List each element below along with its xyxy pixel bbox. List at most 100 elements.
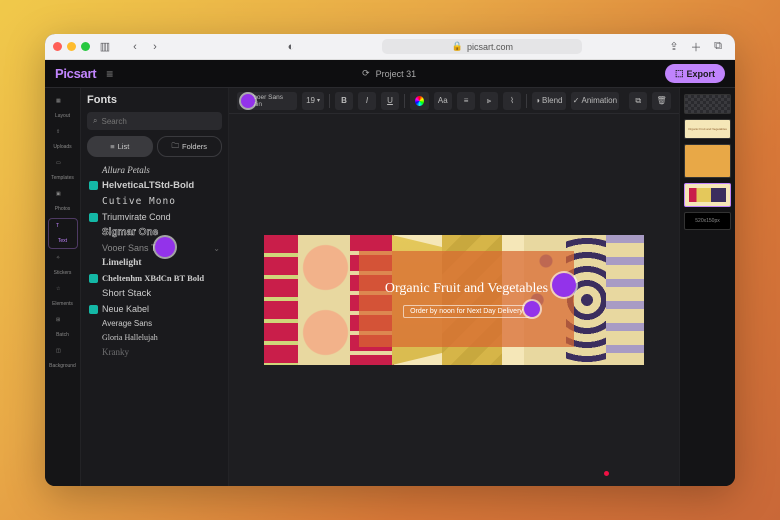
- rail-batch[interactable]: ⊞Batch: [48, 313, 78, 342]
- nav-back-icon[interactable]: ‹: [126, 39, 144, 55]
- fruit-strip: [298, 235, 353, 365]
- app-window: ▥ ‹ › ◐ 🔒 picsart.com ⇪ ＋ ⧉ Picsart ≡ ⟳ …: [45, 34, 735, 486]
- rail-text[interactable]: TText: [48, 218, 78, 249]
- new-tab-icon[interactable]: ＋: [687, 39, 705, 55]
- font-row[interactable]: Sigmar One: [87, 225, 222, 240]
- font-row[interactable]: Cheltenhm XBdCn BT Bold: [87, 271, 222, 285]
- shield-icon[interactable]: ◐: [282, 39, 300, 55]
- traffic-lights: [53, 42, 90, 51]
- font-size-input[interactable]: 19▾: [302, 92, 324, 110]
- layer-thumb[interactable]: [684, 94, 731, 114]
- font-row[interactable]: Triumvirate Cond: [87, 210, 222, 224]
- tabs-icon[interactable]: ⧉: [709, 39, 727, 55]
- url-bar[interactable]: 🔒 picsart.com: [306, 39, 659, 54]
- font-name-label: HelveticaLTStd-Bold: [102, 180, 194, 191]
- font-row[interactable]: Allura Petals: [87, 163, 222, 177]
- rail-layout[interactable]: ▦Layout: [48, 94, 78, 123]
- chevron-down-icon: ⌄: [213, 244, 220, 253]
- upload-icon: ⇧: [56, 129, 69, 142]
- blend-icon: ◑: [535, 96, 540, 105]
- animation-button[interactable]: ✓Animation: [571, 92, 620, 110]
- canvas-size-thumb[interactable]: 520x150px: [684, 212, 731, 230]
- export-icon: ⬚: [675, 68, 684, 79]
- font-name-label: Limelight: [102, 258, 142, 268]
- subline-text[interactable]: Order by noon for Next Day Delivery: [403, 305, 530, 318]
- font-name-label: Cheltenhm XBdCn BT Bold: [102, 273, 204, 283]
- font-name-label: Gloria Hallelujah: [102, 333, 158, 342]
- rail-elements[interactable]: ☆Elements: [48, 282, 78, 311]
- tab-list[interactable]: ≡List: [87, 136, 153, 157]
- layer-thumb-selected[interactable]: [684, 183, 731, 207]
- font-row[interactable]: Neue Kabel: [87, 302, 222, 316]
- font-row[interactable]: Kranky: [87, 345, 222, 359]
- font-name-label: Sigmar One: [102, 227, 158, 238]
- font-row[interactable]: Average Sans: [87, 317, 222, 330]
- stickers-icon: ✧: [56, 255, 69, 268]
- canvas-viewport[interactable]: Organic Fruit and Vegetables Order by no…: [229, 114, 679, 486]
- font-name-label: Triumvirate Cond: [102, 212, 171, 222]
- export-button[interactable]: ⬚ Export: [665, 64, 725, 83]
- project-title[interactable]: Project 31: [376, 69, 417, 79]
- nav-forward-icon[interactable]: ›: [146, 39, 164, 55]
- font-name-label: Average Sans: [102, 319, 152, 328]
- font-row[interactable]: Limelight: [87, 256, 222, 270]
- url-text: picsart.com: [467, 42, 513, 52]
- chevron-down-icon: ▾: [317, 97, 320, 104]
- stage: A Vooer Sans Thin 19▾ B I U Aa ≡ ⫸ ⌇ ◑Bl…: [229, 88, 679, 486]
- blend-button[interactable]: ◑Blend: [532, 92, 566, 110]
- font-search-input[interactable]: [101, 117, 216, 126]
- font-name-label: Kranky: [102, 347, 129, 357]
- minimize-window-button[interactable]: [67, 42, 76, 51]
- text-icon: T: [56, 223, 69, 236]
- delete-button[interactable]: 🗑: [652, 92, 671, 110]
- recording-indicator: [604, 471, 609, 476]
- font-row[interactable]: HelveticaLTStd-Bold: [87, 178, 222, 193]
- rail-templates[interactable]: ▭Templates: [48, 156, 78, 185]
- font-row[interactable]: Gloria Hallelujah: [87, 331, 222, 344]
- align-button[interactable]: ≡: [457, 92, 475, 110]
- italic-button[interactable]: I: [358, 92, 376, 110]
- font-search[interactable]: ⌕: [87, 112, 222, 130]
- underline-button[interactable]: U: [381, 92, 399, 110]
- font-row[interactable]: Short Stack: [87, 286, 222, 301]
- text-overlay[interactable]: Organic Fruit and Vegetables Order by no…: [359, 251, 574, 347]
- tab-folders[interactable]: 🗀Folders: [157, 136, 223, 157]
- font-picker[interactable]: A Vooer Sans Thin: [237, 92, 297, 110]
- rail-photos[interactable]: ▣Photos: [48, 187, 78, 216]
- color-wheel-icon: [415, 96, 424, 106]
- premium-badge: [89, 274, 98, 283]
- close-window-button[interactable]: [53, 42, 62, 51]
- premium-badge: [89, 305, 98, 314]
- menu-icon[interactable]: ≡: [106, 67, 113, 81]
- background-icon: ◫: [56, 348, 69, 361]
- headline-text[interactable]: Organic Fruit and Vegetables: [385, 281, 548, 297]
- curve-button[interactable]: ⌇: [503, 92, 521, 110]
- app-topbar: Picsart ≡ ⟳ Project 31 ⬚ Export: [45, 60, 735, 88]
- font-row[interactable]: Vooer Sans Thin⌄: [87, 241, 222, 255]
- share-icon[interactable]: ⇪: [665, 39, 683, 55]
- font-name-label: Cutive Mono: [102, 196, 176, 207]
- bold-button[interactable]: B: [335, 92, 353, 110]
- rail-stickers[interactable]: ✧Stickers: [48, 251, 78, 280]
- rail-uploads[interactable]: ⇧Uploads: [48, 125, 78, 154]
- font-list[interactable]: Allura Petals HelveticaLTStd-Bold Cutive M…: [87, 163, 222, 480]
- textcase-button[interactable]: Aa: [434, 92, 453, 110]
- text-toolbar: A Vooer Sans Thin 19▾ B I U Aa ≡ ⫸ ⌇ ◑Bl…: [229, 88, 679, 114]
- color-button[interactable]: [410, 92, 429, 110]
- layer-thumb[interactable]: Organic Fruit and Vegetables: [684, 119, 731, 139]
- left-rail: ▦Layout ⇧Uploads ▭Templates ▣Photos TTex…: [45, 88, 81, 486]
- rail-background[interactable]: ◫Background: [48, 344, 78, 373]
- sidebar-toggle-icon[interactable]: ▥: [96, 39, 114, 55]
- duplicate-button[interactable]: ⧉: [629, 92, 647, 110]
- batch-icon: ⊞: [56, 317, 69, 330]
- font-row[interactable]: Cutive Mono: [87, 194, 222, 209]
- layer-thumb[interactable]: [684, 144, 731, 178]
- cursor-indicator-panel: [155, 237, 175, 257]
- maximize-window-button[interactable]: [81, 42, 90, 51]
- export-label: Export: [686, 69, 715, 79]
- artboard[interactable]: Organic Fruit and Vegetables Order by no…: [264, 235, 644, 365]
- list-icon: ≡: [110, 142, 114, 151]
- premium-badge: [89, 213, 98, 222]
- spacing-button[interactable]: ⫸: [480, 92, 498, 110]
- fonts-panel: Fonts ⌕ ≡List 🗀Folders Allura PetalsHelv…: [81, 88, 229, 486]
